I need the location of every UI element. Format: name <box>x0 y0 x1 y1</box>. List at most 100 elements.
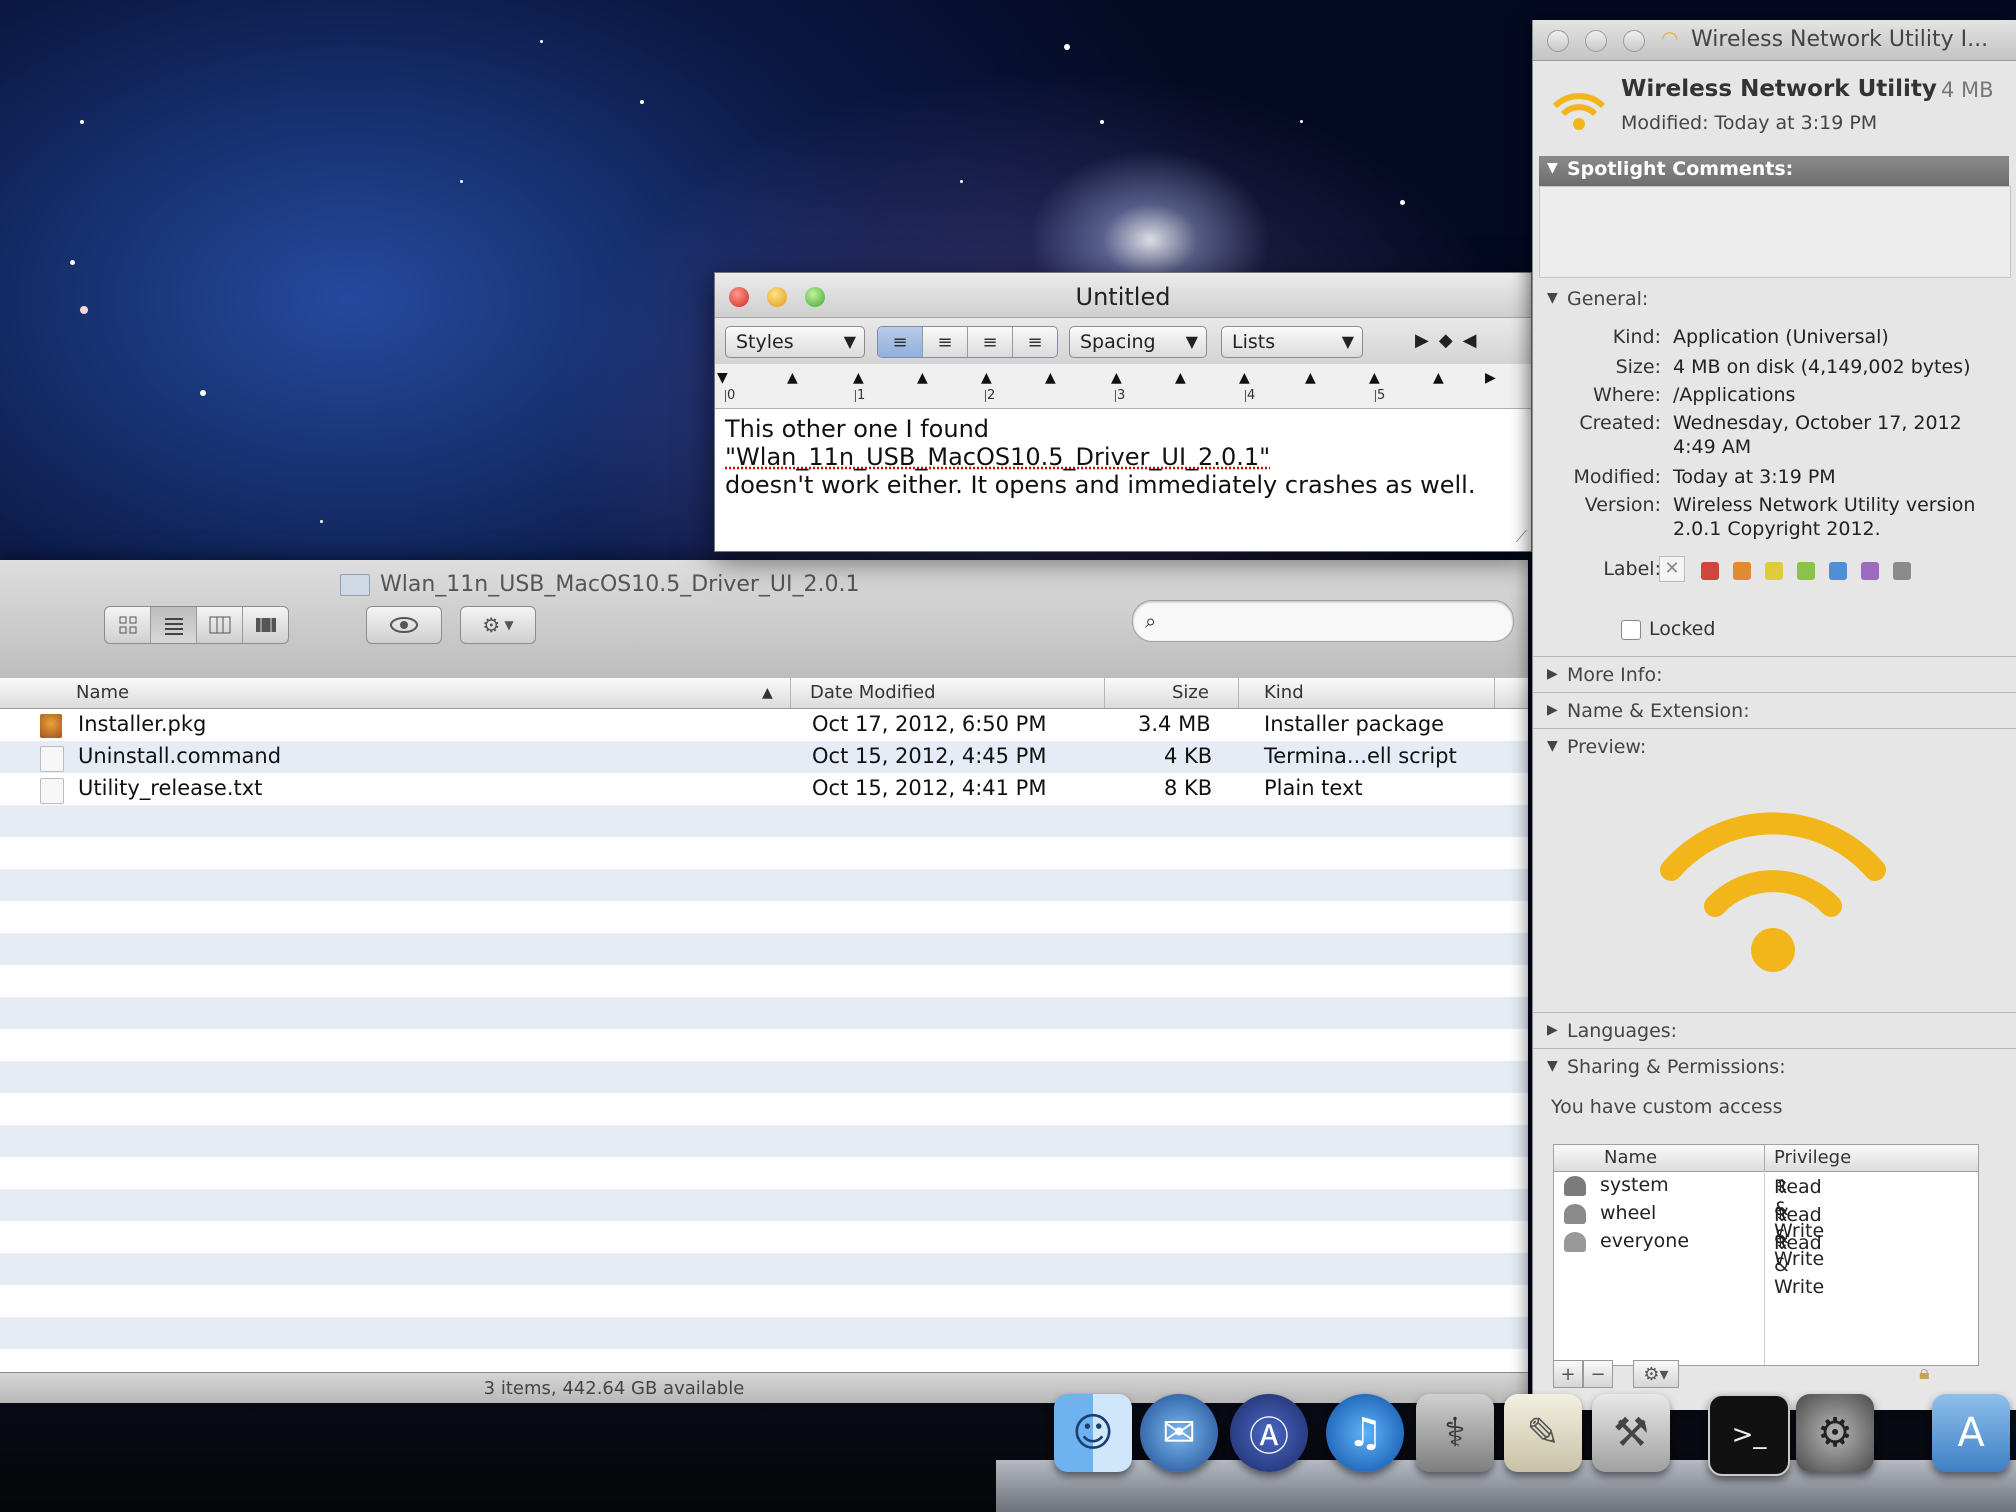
column-view-button[interactable] <box>197 607 243 643</box>
more-info-section-header[interactable]: ▶ More Info: <box>1533 662 2016 692</box>
dock: ☺ ✉ Ⓐ ♫ ⚕ ✎ ⚒ >_ ⚙ A <box>996 1390 2016 1512</box>
sharing-label: Sharing & Permissions: <box>1567 1056 1786 1078</box>
search-input[interactable] <box>1177 607 1501 635</box>
minimize-button[interactable] <box>1585 30 1607 52</box>
permissions-header: Name Privilege <box>1554 1145 1978 1172</box>
zoom-button[interactable] <box>1623 30 1645 52</box>
coverflow-view-button[interactable] <box>243 607 288 643</box>
size-column-header[interactable]: Size <box>1172 682 1209 703</box>
perm-privilege-value: Read & Write <box>1774 1232 1825 1298</box>
textedit-window: Untitled Styles ▼ ≡ ≡ ≡ ≡ Spacing ▼ Lists ▼… <box>714 272 1532 552</box>
label-purple-swatch[interactable] <box>1861 562 1879 580</box>
file-row[interactable]: Utility_release.txt Oct 15, 2012, 4:41 P… <box>0 773 1528 805</box>
finder-icon[interactable]: ☺ <box>1054 1394 1132 1472</box>
search-field[interactable]: ⌕ <box>1132 600 1514 642</box>
preview-label: Preview: <box>1567 736 1647 758</box>
xcode-icon[interactable]: Ⓐ <box>1230 1394 1308 1472</box>
name-extension-label: Name & Extension: <box>1567 700 1750 722</box>
right-margin-marker-icon: ▶ <box>1485 370 1496 386</box>
action-menu-button[interactable]: ⚙ ▼ <box>460 606 536 644</box>
disk-utility-icon[interactable]: ⚕ <box>1416 1394 1494 1472</box>
icon-view-button[interactable] <box>105 607 151 643</box>
file-date: Oct 15, 2012, 4:41 PM <box>812 776 1047 800</box>
more-info-label: More Info: <box>1567 664 1663 686</box>
languages-section-header[interactable]: ▶ Languages: <box>1533 1018 2016 1048</box>
tab-stop-controls[interactable]: ▶◆◀ <box>1415 330 1487 351</box>
itunes-icon[interactable]: ♫ <box>1326 1394 1404 1472</box>
remove-permission-button[interactable]: − <box>1583 1360 1613 1388</box>
label-red-swatch[interactable] <box>1701 562 1719 580</box>
lock-icon[interactable]: 🔒︎ <box>1919 1360 1930 1384</box>
quick-look-button[interactable] <box>366 606 442 644</box>
spacing-popup[interactable]: Spacing ▼ <box>1069 326 1207 358</box>
everyone-icon <box>1564 1232 1586 1252</box>
label-green-swatch[interactable] <box>1797 562 1815 580</box>
version-value: Wireless Network Utility version <box>1673 494 1976 516</box>
textedit-title: Untitled <box>1075 283 1171 311</box>
file-list: Installer.pkg Oct 17, 2012, 6:50 PM 3.4 … <box>0 709 1528 1372</box>
permission-action-button[interactable]: ⚙▾ <box>1633 1360 1679 1388</box>
close-button[interactable] <box>1547 30 1569 52</box>
permission-row[interactable]: wheel ⇕ Read & Write <box>1554 1200 1978 1270</box>
add-permission-button[interactable]: + <box>1553 1360 1583 1388</box>
file-row[interactable]: Uninstall.command Oct 15, 2012, 4:45 PM … <box>0 741 1528 773</box>
disclosure-closed-icon: ▶ <box>1547 1022 1558 1038</box>
system-preferences-icon[interactable]: ⚙ <box>1796 1394 1874 1472</box>
label-blue-swatch[interactable] <box>1829 562 1847 580</box>
name-column-header[interactable]: Name <box>76 682 129 703</box>
gear-icon: ⚙ <box>482 613 501 637</box>
general-section-header[interactable]: ▼ General: <box>1533 286 2016 316</box>
resize-grip-icon[interactable]: ⟋ <box>1516 527 1527 547</box>
file-row[interactable]: Installer.pkg Oct 17, 2012, 6:50 PM 3.4 … <box>0 709 1528 741</box>
kind-column-header[interactable]: Kind <box>1264 682 1304 703</box>
align-right-button[interactable]: ≡ <box>1013 327 1057 357</box>
permission-row[interactable]: everyone ⇕ Read & Write <box>1554 1228 1978 1298</box>
spotlight-comments-header[interactable]: ▼ Spotlight Comments: <box>1539 156 2009 186</box>
label-gray-swatch[interactable] <box>1893 562 1911 580</box>
no-label-button[interactable]: ✕ <box>1659 556 1685 582</box>
textedit-titlebar[interactable]: Untitled <box>715 273 1531 318</box>
eye-icon <box>390 617 418 633</box>
thunderbird-icon[interactable]: ✉ <box>1140 1394 1218 1472</box>
chevron-down-icon: ▼ <box>1341 332 1354 351</box>
perm-privilege-header[interactable]: Privilege <box>1774 1147 1851 1168</box>
info-titlebar[interactable]: ◠ Wireless Network Utility I... <box>1533 20 2016 61</box>
file-date: Oct 17, 2012, 6:50 PM <box>812 712 1047 736</box>
locked-checkbox[interactable] <box>1621 620 1641 640</box>
ruler[interactable]: ▼ 0 1 2 3 4 5 ▲ ▲ ▲ ▲ ▲ ▲ ▲ ▲ ▲ ▲ ▲ ▶ <box>715 364 1531 409</box>
gear-icon: ⚙▾ <box>1643 1363 1669 1385</box>
disclosure-open-icon: ▼ <box>1547 738 1558 754</box>
label-yellow-swatch[interactable] <box>1765 562 1783 580</box>
permission-row[interactable]: system ⇕ Read & Write <box>1554 1172 1978 1242</box>
align-center-button[interactable]: ≡ <box>923 327 968 357</box>
align-justify-button[interactable]: ≡ <box>968 327 1013 357</box>
script-file-icon <box>40 746 64 772</box>
column-view-icon <box>209 616 230 634</box>
date-column-header[interactable]: Date Modified <box>810 682 936 703</box>
column-header: Name ▲ Date Modified Size Kind <box>0 678 1528 709</box>
view-mode-group <box>104 606 289 644</box>
icon-view-icon <box>119 616 136 634</box>
list-view-button[interactable] <box>151 607 197 643</box>
lists-popup[interactable]: Lists ▼ <box>1221 326 1363 358</box>
textedit-icon[interactable]: ✎ <box>1504 1394 1582 1472</box>
disclosure-closed-icon: ▶ <box>1547 702 1558 718</box>
align-left-button[interactable]: ≡ <box>878 327 923 357</box>
package-icon <box>40 714 62 738</box>
spotlight-comments-field[interactable] <box>1539 186 2011 278</box>
label-orange-swatch[interactable] <box>1733 562 1751 580</box>
modified-value: Today at 3:19 PM <box>1673 466 1836 488</box>
terminal-icon[interactable]: >_ <box>1708 1394 1790 1476</box>
sharing-section-header[interactable]: ▼ Sharing & Permissions: <box>1533 1054 2016 1084</box>
finder-titlebar[interactable]: Wlan_11n_USB_MacOS10.5_Driver_UI_2.0.1 ⚙… <box>0 560 1528 679</box>
name-extension-section-header[interactable]: ▶ Name & Extension: <box>1533 698 2016 728</box>
disclosure-open-icon: ▼ <box>1547 160 1558 176</box>
styles-popup[interactable]: Styles ▼ <box>725 326 865 358</box>
locked-label: Locked <box>1649 618 1716 640</box>
user-icon <box>1564 1176 1586 1196</box>
perm-name-header[interactable]: Name <box>1604 1147 1657 1168</box>
preview-section-header[interactable]: ▼ Preview: <box>1533 734 2016 764</box>
applications-folder-icon[interactable]: A <box>1932 1394 2010 1472</box>
document-text-area[interactable]: This other one I found "Wlan_11n_USB_Mac… <box>715 409 1531 505</box>
instruments-icon[interactable]: ⚒ <box>1592 1394 1670 1472</box>
